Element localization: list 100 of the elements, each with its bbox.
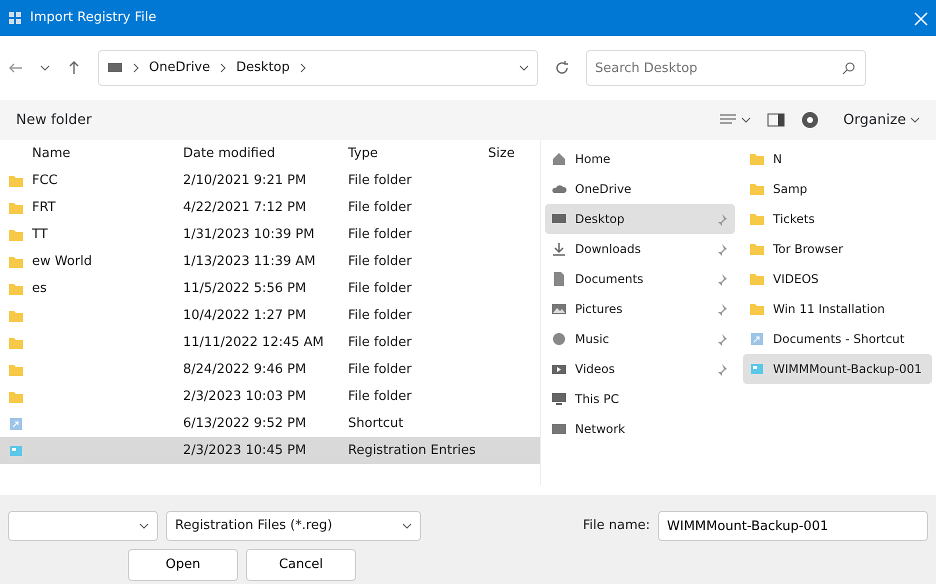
dropdown-field[interactable] (8, 511, 158, 541)
date-modified: 2/3/2023 10:45 PM (183, 442, 308, 460)
date-modified: 2/10/2021 9:21 PM (183, 172, 308, 190)
new-folder-button[interactable]: New folder (8, 106, 100, 134)
file-name: FCC (32, 172, 58, 190)
computer-icon (551, 391, 567, 407)
breadcrumb-item[interactable]: Desktop (236, 58, 290, 78)
dialog-button[interactable]: Open (128, 549, 238, 581)
preview-pane-icon[interactable] (767, 112, 786, 128)
file-row[interactable]: 10/4/2022 1:27 PM File folder (0, 302, 540, 329)
date-modified: 8/24/2022 9:46 PM (183, 360, 308, 379)
date-modified: 11/5/2022 5:56 PM (183, 280, 308, 298)
folder-item[interactable]: Documents - Shortcut (743, 324, 932, 354)
navigation-item[interactable]: Home (545, 144, 735, 174)
file-name: TT (32, 226, 48, 244)
file-name: ew World (32, 252, 92, 271)
file-type: Registration Entries (348, 442, 477, 460)
caret-icon (519, 62, 529, 73)
search-icon (842, 61, 856, 75)
file-type: File folder (348, 388, 413, 406)
navigation-item[interactable]: Desktop (545, 204, 735, 234)
folder-item[interactable]: Samp (743, 174, 932, 204)
date-modified: 2/3/2023 10:03 PM (183, 388, 308, 406)
folder-icon (749, 271, 765, 287)
file-type: Shortcut (348, 414, 404, 433)
file-row[interactable]: 11/11/2022 12:45 AM File folder (0, 329, 540, 356)
home-icon (551, 151, 567, 167)
close-icon (914, 12, 928, 26)
navigation-item[interactable]: Music (545, 324, 735, 354)
file-type-dropdown[interactable]: Registration Files (*.reg) (166, 511, 421, 541)
chevron-icon (131, 63, 141, 73)
file-name: FRT (32, 198, 56, 217)
file-type: File folder (348, 306, 413, 325)
file-type: File folder (348, 198, 413, 217)
chevron-icon (218, 63, 228, 73)
picture-icon (551, 301, 567, 317)
date-modified: 1/13/2023 11:39 AM (183, 252, 316, 271)
file-type: File folder (348, 334, 413, 352)
file-name-label: File name: (582, 517, 650, 536)
chevron-icon (298, 63, 308, 73)
column-header[interactable]: Size (488, 144, 548, 164)
refresh-icon[interactable] (554, 60, 570, 76)
navigation-item[interactable]: OneDrive (545, 174, 735, 204)
navigation-item[interactable]: Downloads (545, 234, 735, 264)
folder-icon (749, 151, 765, 167)
download-icon (551, 241, 567, 257)
shortcut-icon (8, 416, 24, 432)
file-name: es (32, 280, 47, 298)
folder-item[interactable]: Win 11 Installation (743, 294, 932, 324)
file-type: File folder (348, 280, 413, 298)
folder-item[interactable]: WIMMMount-Backup-001 (743, 354, 932, 384)
address-bar[interactable]: OneDrive Desktop (98, 50, 538, 86)
shortcut-icon (749, 331, 765, 347)
caret-icon (139, 521, 149, 531)
file-name-field[interactable]: WIMMMount-Backup-001 (658, 511, 928, 541)
search-field[interactable]: Search Desktop (586, 50, 866, 86)
navigation-item[interactable]: This PC (545, 384, 735, 414)
caret-icon (741, 115, 752, 125)
recent-caret-icon[interactable] (40, 63, 50, 73)
folder-item[interactable]: N (743, 144, 932, 174)
dialog-button[interactable]: Cancel (246, 549, 356, 581)
navigation-item[interactable]: Network (545, 414, 735, 444)
date-modified: 4/22/2021 7:12 PM (183, 198, 308, 217)
registry-file-icon (749, 361, 765, 377)
file-row[interactable]: es 11/5/2022 5:56 PM File folder (0, 275, 540, 302)
organize-button[interactable]: Organize (835, 106, 928, 134)
file-row[interactable]: TT 1/31/2023 10:39 PM File folder (0, 221, 540, 248)
caret-icon (402, 520, 412, 531)
date-modified: 10/4/2022 1:27 PM (183, 306, 308, 325)
folder-item[interactable]: Tickets (743, 204, 932, 234)
navigation-item[interactable]: Documents (545, 264, 735, 294)
folder-icon (749, 181, 765, 197)
file-row[interactable]: 6/13/2022 9:52 PM Shortcut (0, 410, 540, 437)
file-row[interactable]: 2/3/2023 10:03 PM File folder (0, 383, 540, 410)
file-row[interactable]: 2/3/2023 10:45 PM Registration Entries (0, 437, 540, 464)
file-row[interactable]: FRT 4/22/2021 7:12 PM File folder (0, 194, 540, 221)
file-type: File folder (348, 226, 413, 244)
folder-item[interactable]: Tor Browser (743, 234, 932, 264)
column-header[interactable]: Type (348, 144, 488, 164)
file-type: File folder (348, 252, 413, 271)
folder-icon (749, 241, 765, 257)
file-type: File folder (348, 360, 413, 379)
file-type: File folder (348, 172, 413, 190)
date-modified: 1/31/2023 10:39 PM (183, 226, 316, 244)
navigation-item[interactable]: Videos (545, 354, 735, 384)
date-modified: 11/11/2022 12:45 AM (183, 334, 325, 352)
caret-icon (910, 115, 920, 125)
file-row[interactable]: ew World 1/13/2023 11:39 AM File folder (0, 248, 540, 275)
document-icon (551, 271, 567, 287)
breadcrumb-item[interactable]: OneDrive (149, 58, 210, 78)
folder-icon (749, 211, 765, 227)
file-row[interactable]: 8/24/2022 9:46 PM File folder (0, 356, 540, 383)
column-header[interactable]: Name (8, 144, 183, 164)
date-modified: 6/13/2022 9:52 PM (183, 414, 308, 433)
navigation-item[interactable]: Pictures (545, 294, 735, 324)
folder-item[interactable]: VIDEOS (743, 264, 932, 294)
file-row[interactable]: FCC 2/10/2021 9:21 PM File folder (0, 167, 540, 194)
folder-icon (749, 301, 765, 317)
column-header[interactable]: Date modified (183, 144, 348, 164)
app-icon (8, 11, 22, 25)
